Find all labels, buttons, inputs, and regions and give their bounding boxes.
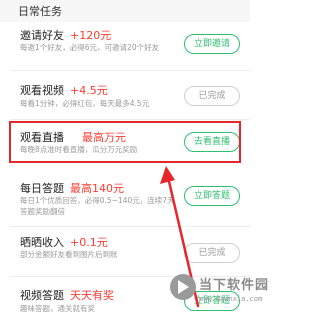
- divider: [10, 119, 250, 120]
- task-name: 邀请好友: [20, 29, 64, 42]
- completed-button[interactable]: 已完成: [184, 243, 240, 263]
- task-desc: 每邀1个好友，必得6元，可邀请20个好友: [20, 43, 160, 52]
- task-desc: 每看1分钟，必得红包，每天最多4.5元: [20, 99, 150, 108]
- task-name: 视频答题: [20, 289, 64, 302]
- invite-now-button[interactable]: 立即邀请: [184, 34, 240, 54]
- task-reward: +0.1元: [70, 236, 108, 249]
- task-reward: 天天有奖: [70, 289, 114, 302]
- task-reward: 最高140元: [70, 182, 124, 195]
- task-daily-quiz: 每日答题 最高140元 每日1个优质回答，必得0.5~140元，连续7天答题奖励…: [0, 176, 250, 222]
- highlight-box: [9, 121, 241, 163]
- task-share-income: 晒晒收入 +0.1元 部分金额好友看到图片后到账 已完成: [0, 228, 250, 272]
- completed-button[interactable]: 已完成: [184, 86, 240, 106]
- task-desc: 趣味答题，通关就有奖: [20, 304, 95, 313]
- task-watch-video: 观看视频 +4.5元 每看1分钟，必得红包，每天最多4.5元 已完成: [0, 72, 250, 118]
- task-reward: +4.5元: [70, 84, 108, 97]
- task-name: 每日答题: [20, 182, 64, 195]
- answer-now-button[interactable]: 立即答题: [184, 186, 240, 206]
- section-title: 日常任务: [18, 5, 62, 18]
- play-logo-icon: [170, 274, 196, 300]
- task-name: 观看视频: [20, 84, 64, 97]
- divider: [10, 226, 250, 227]
- watermark-url: www.downxia.com: [199, 295, 263, 303]
- task-desc: 部分金额好友看到图片后到账: [20, 250, 118, 259]
- watermark: 当下软件园 www.downxia.com: [170, 268, 268, 318]
- task-invite-friends: 邀请好友 +120元 每邀1个好友，必得6元，可邀请20个好友 立即邀请: [0, 22, 250, 68]
- task-name: 晒晒收入: [20, 236, 64, 249]
- watermark-name: 当下软件园: [199, 278, 270, 293]
- section-header: 日常任务: [0, 0, 250, 22]
- task-desc: 每日1个优质回答，必得0.5~140元，连续7天答题奖励翻倍: [20, 196, 175, 216]
- task-reward: +120元: [70, 29, 112, 42]
- divider: [10, 70, 250, 71]
